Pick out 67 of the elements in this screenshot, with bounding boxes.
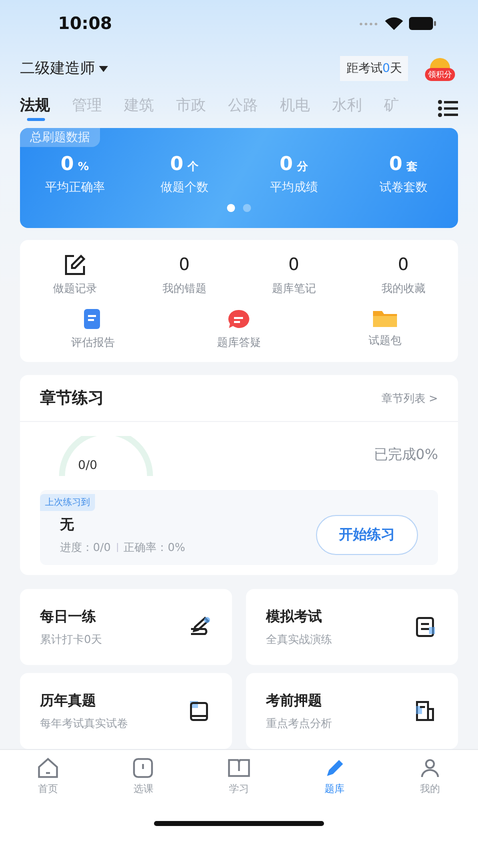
practice-card[interactable]: 每日一练 累计打卡0天	[20, 589, 232, 665]
page-dot[interactable]	[243, 204, 251, 212]
exam-countdown: 距考试0天	[340, 56, 408, 82]
card-title: 考前押题	[266, 692, 323, 710]
battery-icon	[409, 17, 436, 30]
nav-tab[interactable]: 选课	[96, 756, 192, 812]
caret-icon	[99, 66, 108, 72]
chapter-list-link[interactable]: 章节列表 >	[381, 390, 438, 406]
card-subtitle: 累计打卡0天	[40, 632, 102, 646]
start-practice-button[interactable]: 开始练习	[316, 515, 418, 555]
gauge-value: 0/0	[78, 458, 98, 472]
stat-label: 做题个数	[160, 178, 208, 196]
home-icon	[36, 756, 60, 780]
stat-label: 平均正确率	[44, 178, 105, 196]
stat-value: 0	[60, 152, 74, 175]
page-dot[interactable]	[227, 204, 235, 212]
nav-tab[interactable]: 首页	[0, 756, 96, 812]
accuracy-text: 正确率：0%	[124, 540, 186, 554]
chat-bubble-icon	[227, 308, 251, 330]
stat-label: 试卷套数	[379, 178, 428, 196]
completion-text: 已完成0%	[374, 446, 438, 464]
shortcut-label[interactable]: 题库笔记	[272, 281, 316, 296]
nav-tab[interactable]: 我的	[382, 756, 478, 812]
wifi-icon	[385, 17, 403, 30]
shortcut-label[interactable]: 我的错题	[162, 281, 206, 296]
practice-card[interactable]: 历年真题 每年考试真实试卷	[20, 673, 232, 749]
stat-unit: 分	[296, 158, 308, 174]
last-practice-tag: 上次练习到	[40, 494, 95, 511]
practice-card[interactable]: 考前押题 重点考点分析	[246, 673, 458, 749]
card-subtitle: 全真实战演练	[266, 632, 332, 646]
stat-value: 0	[170, 152, 184, 175]
stat-value: 0	[389, 152, 402, 175]
edit-icon[interactable]	[64, 254, 86, 276]
stat-label: 平均成绩	[270, 178, 318, 196]
card-subtitle: 重点考点分析	[266, 716, 332, 730]
practice-card[interactable]: 模拟考试 全真实战演练	[246, 589, 458, 665]
progress-text: 进度：0/0	[60, 540, 111, 554]
count-value: 0	[178, 254, 190, 276]
course-icon	[131, 756, 156, 780]
stat-unit: %	[78, 160, 89, 173]
tool-label[interactable]: 评估报告	[71, 335, 115, 350]
menu-icon[interactable]	[438, 100, 458, 117]
shortcut-label[interactable]: 做题记录	[52, 281, 97, 296]
section-title: 章节练习	[40, 388, 104, 408]
count-value: 0	[288, 254, 300, 276]
book-icon	[226, 756, 251, 780]
card-title: 历年真题	[40, 692, 97, 710]
folder-icon	[372, 308, 398, 328]
tool-label[interactable]: 题库答疑	[217, 335, 261, 350]
stat-unit: 套	[406, 158, 418, 174]
points-badge[interactable]: 领积分	[425, 68, 455, 81]
card-title: 每日一练	[40, 608, 97, 626]
exam-selector[interactable]: 二级建造师	[20, 59, 108, 78]
nav-tab[interactable]: 题库	[286, 756, 382, 812]
summary-title: 总刷题数据	[20, 128, 100, 147]
shortcut-label[interactable]: 我的收藏	[381, 281, 426, 296]
count-value: 0	[398, 254, 409, 276]
stat-value: 0	[280, 152, 293, 175]
tool-label[interactable]: 试题包	[368, 333, 402, 348]
stat-unit: 个	[187, 158, 198, 174]
category-tab[interactable]: 法规	[20, 96, 72, 121]
last-chapter-name: 无	[60, 516, 75, 534]
card-subtitle: 每年考试真实试卷	[40, 716, 128, 730]
nav-tab[interactable]: 学习	[191, 756, 287, 812]
signal-icon	[359, 22, 379, 26]
status-time: 10:08	[58, 14, 112, 34]
card-title: 模拟考试	[266, 608, 323, 626]
